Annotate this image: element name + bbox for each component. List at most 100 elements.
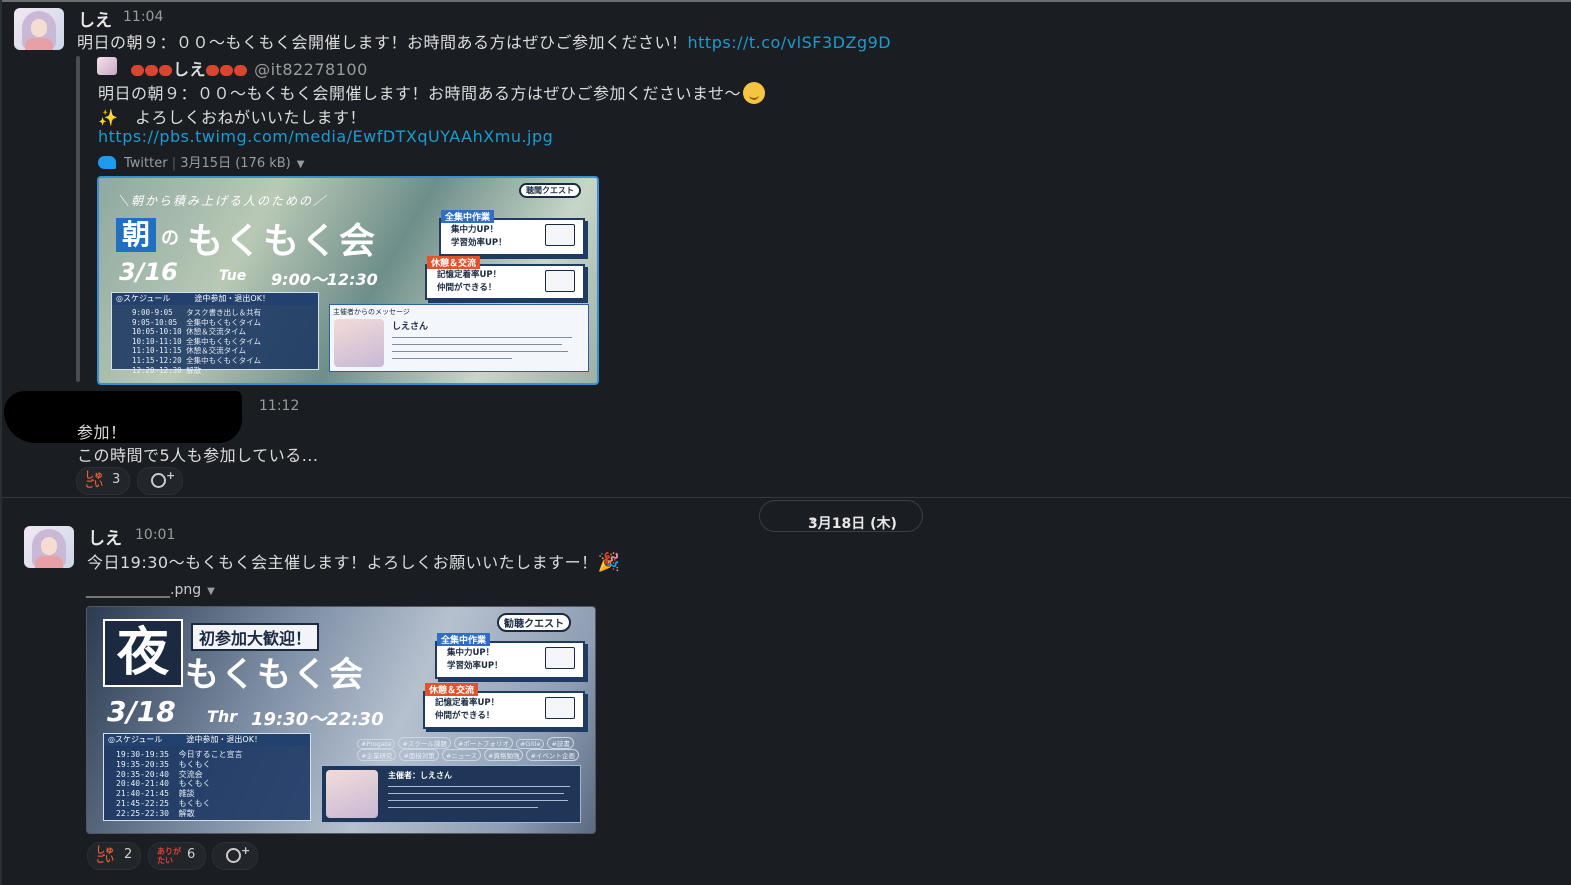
poster-day: Thr — [207, 707, 238, 726]
uploaded-image-night-poster[interactable]: 夜 初参加大歓迎！ もくもく会 勧聴クエスト 3/18 Thr 19:30〜22… — [86, 606, 596, 834]
message-text: 参加！ — [77, 423, 127, 442]
reaction-arigatai[interactable]: ありがたい 6 — [148, 842, 206, 870]
card-line: 仲間ができる！ — [437, 283, 497, 293]
poster-schedule: ◎スケジュール 途中参加・退出OK！ 9:00-9:05 タスク書き出し＆共有 … — [111, 292, 319, 375]
message-body: 今日19:30〜もくもく会主催します！よろしくお願いいたしますー！ — [87, 553, 598, 572]
arigatai-emoji-icon: ありがたい — [157, 847, 181, 865]
poster-tags-row1: #Progate #スクール課題 #ポートフォリオ #Gitle #読書 — [357, 737, 577, 749]
message-text: 明日の朝９：００〜もくもく会開催します！お時間ある方はぜひご参加ください！htt… — [77, 29, 891, 53]
tweet-avatar[interactable] — [97, 57, 117, 75]
date-divider-line — [2, 497, 1571, 498]
card-header: 休憩＆交流 — [427, 256, 481, 269]
smile-icon — [151, 473, 166, 488]
message-timestamp[interactable]: 11:04 — [123, 9, 163, 25]
organizer-illustration — [326, 770, 378, 818]
avatar[interactable] — [14, 8, 64, 50]
tag: #面接対策 — [399, 749, 439, 761]
date-divider-button[interactable]: 3月18日 (木) ⌄ — [759, 500, 923, 532]
tag: #Gitle — [515, 739, 545, 749]
schedule-rows: 19:30-19:35 今日すること宣言 19:35-20:35 もくもく 20… — [116, 750, 243, 818]
window-left-edge — [0, 0, 2, 885]
shugoi-emoji-icon: しゅごい — [85, 471, 104, 490]
message-timestamp[interactable]: 10:01 — [135, 527, 175, 543]
twitter-bird-icon — [98, 156, 116, 169]
poster-organizer-message: 主催者からのメッセージ しえさん — [329, 304, 589, 372]
tweet-image-link[interactable]: https://pbs.twimg.com/media/EwfDTXqUYAAh… — [98, 127, 553, 146]
tweet-image-morning-poster[interactable]: ＼朝から積み上げる人のための／ 聴聞クエスト 朝 の もくもく会 3/16 Tu… — [97, 176, 599, 385]
message-body: 明日の朝９：００〜もくもく会開催します！お時間ある方はぜひご参加ください！ — [77, 33, 688, 52]
tag: #イベント企画 — [526, 749, 579, 761]
schedule-header: ◎スケジュール 途中参加・退出OK！ — [112, 293, 318, 305]
tweet-handle: @it82278100 — [254, 60, 368, 79]
organizer-name: 主催者：しえさん — [388, 771, 452, 780]
card-line: 学習効率UP！ — [447, 661, 503, 671]
text-line — [392, 358, 512, 359]
window-top-edge — [0, 0, 1571, 2]
avatar[interactable] — [24, 526, 74, 568]
text-line — [388, 807, 538, 808]
smile-icon — [226, 848, 241, 863]
tweet-source-meta: Twitter | 3月15日 (176 kB) ▼ — [98, 152, 304, 171]
reaction-shugoi[interactable]: しゅごい 3 — [76, 467, 130, 495]
poster-hours: 9:00〜12:30 — [271, 270, 378, 289]
file-size: (176 kB) — [235, 156, 291, 171]
chevron-down-icon: ⌄ — [808, 513, 817, 524]
people-icon — [545, 697, 575, 719]
party-popper-icon: 🎉 — [597, 552, 621, 573]
card-header: 休憩＆交流 — [425, 683, 479, 696]
reaction-shugoi[interactable]: しゅごい 2 — [87, 842, 141, 870]
text-line — [392, 344, 562, 345]
tweet-text-line2: ✨ よろしくおねがいいたします！ — [98, 104, 366, 128]
people-icon — [545, 270, 575, 292]
message-author[interactable]: しえ — [78, 6, 112, 31]
text-line — [388, 793, 564, 794]
poster-logo-badge: 勧聴クエスト — [497, 613, 571, 632]
poster-big-kanji: 夜 — [103, 619, 183, 687]
organizer-illustration — [334, 319, 384, 367]
tomato-icon — [220, 65, 234, 76]
chevron-down-icon[interactable]: ▼ — [207, 586, 215, 597]
add-reaction-button[interactable]: + — [137, 467, 183, 495]
message-text: この時間で5人も参加している... — [77, 446, 319, 465]
add-reaction-button[interactable]: + — [212, 842, 258, 870]
message-timestamp[interactable]: 11:12 — [259, 398, 299, 414]
tweet-display-name: しえ — [173, 60, 207, 79]
text-line — [392, 351, 568, 352]
chevron-down-icon[interactable]: ▼ — [297, 159, 305, 170]
card-header: 全集中作業 — [437, 633, 491, 646]
tomato-icon — [234, 65, 248, 76]
text-line — [388, 800, 568, 801]
tweet-text: よろしくおねがいいたします！ — [134, 108, 366, 127]
poster-organizer-message: 主催者：しえさん — [321, 765, 581, 823]
text-line — [392, 337, 572, 338]
tweet-date: 3月15日 — [180, 156, 232, 171]
reaction-count: 3 — [112, 472, 121, 487]
card-line: 記憶定着率UP！ — [435, 698, 500, 708]
plus-icon: + — [241, 844, 251, 857]
tomato-icon — [131, 65, 144, 76]
poster-logo-badge: 聴聞クエスト — [519, 183, 581, 198]
source-label: Twitter — [124, 156, 168, 171]
tomato-icon — [159, 65, 172, 76]
tweet-author[interactable]: しえ @it82278100 — [131, 56, 368, 80]
message-link[interactable]: https://t.co/vlSF3DZg9D — [688, 33, 892, 52]
poster-small-kana: の — [161, 228, 179, 249]
computer-icon — [545, 647, 575, 669]
card-line: 集中力UP！ — [451, 225, 499, 235]
file-name[interactable]: ____________.png ▼ — [86, 582, 215, 598]
poster-card-focus: 全集中作業 集中力UP！ 学習効率UP！ — [435, 633, 585, 679]
poster-tags-row2: #企業研究 #面接対策 #ニュース #資格勉強 #イベント企画 — [357, 749, 582, 761]
file-name-text: ____________.png — [86, 582, 202, 598]
shugoi-emoji-icon: しゅごい — [96, 846, 115, 865]
poster-card-focus: 全集中作業 集中力UP！ 学習効率UP！ — [439, 210, 585, 256]
reaction-count: 6 — [187, 847, 196, 862]
tag: #資格勉強 — [484, 749, 524, 761]
poster-title: もくもく会 — [187, 221, 378, 262]
message-author[interactable]: しえ — [88, 524, 122, 549]
tag: #読書 — [547, 737, 574, 749]
poster-title: もくもく会 — [185, 655, 365, 695]
tag: #スクール課題 — [398, 737, 451, 749]
card-line: 集中力UP！ — [447, 648, 495, 658]
smiling-face-icon — [743, 82, 766, 104]
text-line — [388, 786, 570, 787]
